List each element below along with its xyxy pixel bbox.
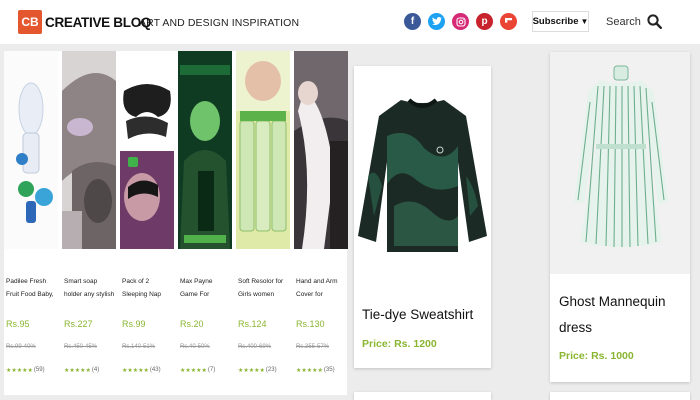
site-header: CB CREATIVE BLOQ ART AND DESIGN INSPIRAT… (0, 0, 700, 44)
subscribe-button[interactable]: Subscribe ▼ (532, 11, 589, 32)
facebook-icon[interactable]: f (404, 13, 421, 30)
featured-product-card[interactable]: Tie-dye Sweatshirt Price: Rs. 1200 (354, 66, 491, 368)
social-links: f p (404, 13, 517, 30)
rating-count: (43) (149, 367, 161, 373)
product-title: Pack of 2 Sleeping Nap Eye Mask Eye Shad… (122, 278, 162, 298)
product-rating: ★★★★★ (4) (64, 367, 99, 374)
product-card-next[interactable] (550, 392, 690, 400)
star-icon: ★★★★★ (122, 368, 149, 374)
featured-product-price: Price: Rs. 1000 (559, 350, 634, 362)
instagram-icon[interactable] (452, 13, 469, 30)
product-card[interactable]: Max Payne Game For Android Smartphones R… (178, 51, 232, 395)
logo-text: CREATIVE BLOQ (45, 14, 152, 30)
product-card[interactable]: Padilee Fresh Fruit Food Baby, Feeding S… (4, 51, 58, 395)
product-strip: Padilee Fresh Fruit Food Baby, Feeding S… (4, 51, 348, 395)
featured-product-title: Ghost Mannequin dress (559, 294, 666, 335)
product-title: Hand and Arm Cover for Outdoor Women Cot… (296, 278, 338, 298)
chevron-down-icon: ▼ (580, 17, 589, 26)
product-image (550, 52, 690, 274)
twitter-icon[interactable] (428, 13, 445, 30)
product-rating: ★★★★★ (35) (296, 367, 335, 374)
product-rating: ★★★★★ (7) (180, 367, 215, 374)
product-image (178, 51, 232, 249)
star-icon: ★★★★★ (180, 368, 207, 374)
product-card-next[interactable] (354, 392, 491, 400)
product-image (294, 51, 348, 249)
product-old-price: Rs.99-40% (6, 344, 36, 350)
product-image (354, 66, 491, 266)
product-title: Smart soap holder any stylish and high q… (64, 278, 115, 298)
rating-count: (23) (265, 367, 277, 373)
rating-count: (59) (33, 367, 45, 373)
star-icon: ★★★★★ (64, 368, 91, 374)
product-image (4, 51, 58, 249)
product-price: Rs.124 (238, 319, 267, 329)
product-price: Rs.95 (6, 319, 30, 329)
product-price: Rs.130 (296, 319, 325, 329)
star-icon: ★★★★★ (238, 368, 265, 374)
product-old-price: Rs.450-45% (64, 344, 98, 350)
product-title: Padilee Fresh Fruit Food Baby, Feeding S… (6, 278, 54, 298)
product-card[interactable]: Smart soap holder any stylish and high q… (62, 51, 116, 395)
star-icon: ★★★★★ (296, 368, 323, 374)
product-price: Rs.227 (64, 319, 93, 329)
rating-count: (7) (207, 367, 216, 373)
product-rating: ★★★★★ (59) (6, 367, 45, 374)
search-icon (647, 14, 662, 29)
pinterest-icon[interactable]: p (476, 13, 493, 30)
product-old-price: Rs.400-69% (238, 344, 272, 350)
logo-mark: CB (18, 10, 42, 34)
subscribe-label: Subscribe (532, 16, 579, 27)
featured-product-price: Price: Rs. 1200 (362, 338, 437, 350)
featured-product-title: Tie-dye Sweatshirt (362, 307, 474, 322)
search-label: Search (606, 15, 641, 28)
search-button[interactable]: Search (606, 14, 662, 29)
site-logo[interactable]: CB CREATIVE BLOQ (18, 10, 151, 34)
product-old-price: Rs.140-51% (122, 344, 156, 350)
rating-count: (35) (323, 367, 335, 373)
product-card[interactable]: Pack of 2 Sleeping Nap Eye Mask Eye Shad… (120, 51, 174, 395)
product-rating: ★★★★★ (23) (238, 367, 277, 374)
site-tagline: ART AND DESIGN INSPIRATION (139, 17, 300, 29)
product-title: Max Payne Game For Android Smartphones (180, 278, 213, 298)
flipboard-icon[interactable] (500, 13, 517, 30)
product-rating: ★★★★★ (43) (122, 367, 161, 374)
product-image (62, 51, 116, 249)
rating-count: (4) (91, 367, 100, 373)
product-card[interactable]: Hand and Arm Cover for Outdoor Women Cot… (294, 51, 348, 395)
star-icon: ★★★★★ (6, 368, 33, 374)
featured-product-card[interactable]: Ghost Mannequin dress Price: Rs. 1000 (550, 52, 690, 382)
product-price: Rs.20 (180, 319, 204, 329)
product-image (236, 51, 290, 249)
product-price: Rs.99 (122, 319, 146, 329)
product-title: Soft Resolor for Girls women prime anti … (238, 278, 284, 298)
product-old-price: Rs.40-50% (180, 344, 210, 350)
product-card[interactable]: Soft Resolor for Girls women prime anti … (236, 51, 290, 395)
product-image (120, 51, 174, 249)
product-old-price: Rs.355-57% (296, 344, 330, 350)
